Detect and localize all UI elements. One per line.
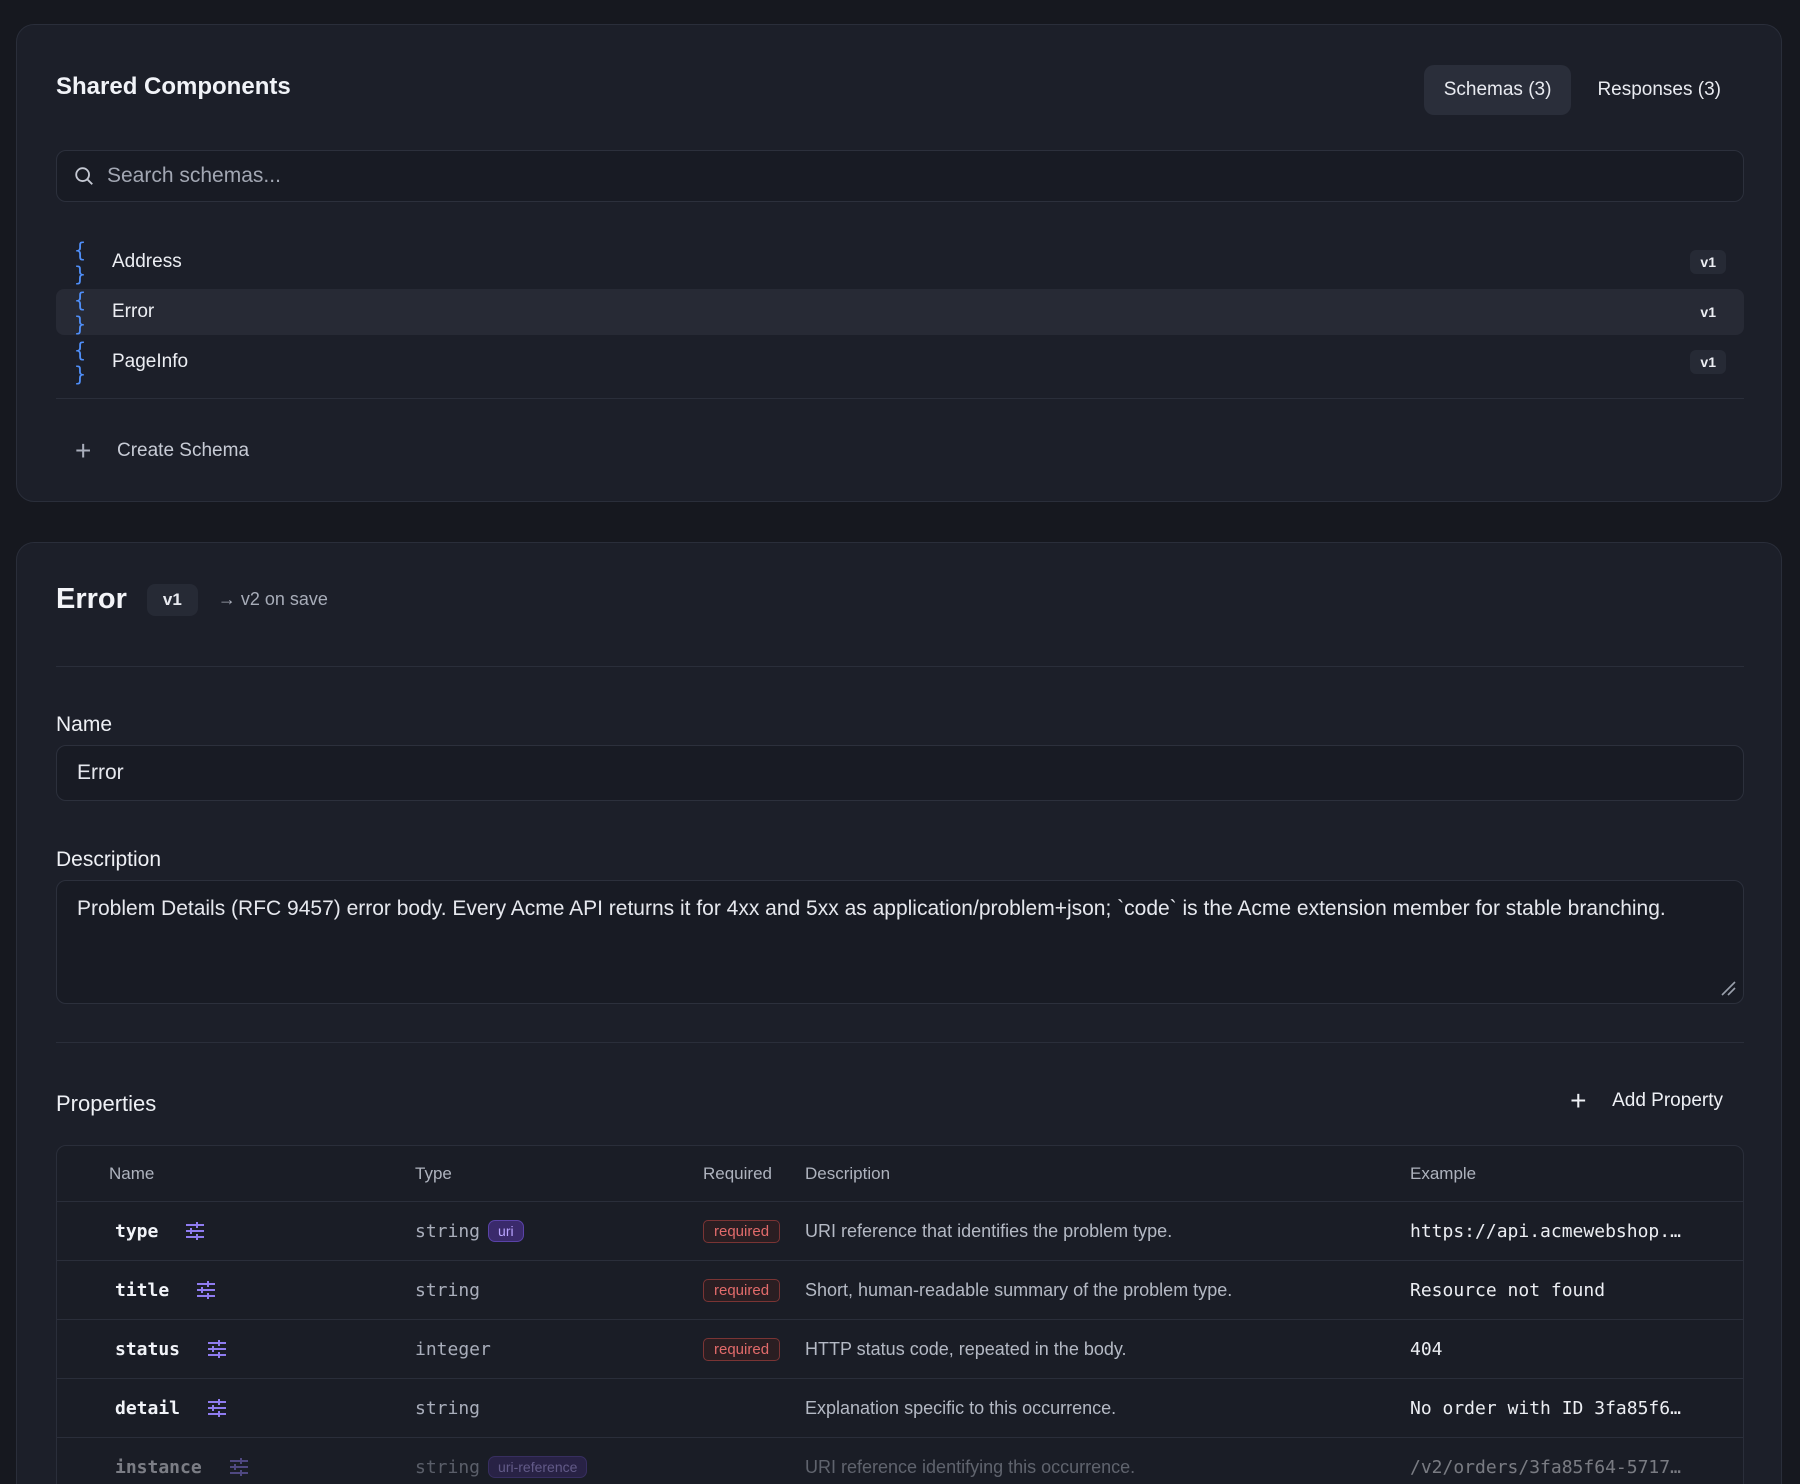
property-name: type	[115, 1220, 159, 1242]
table-row[interactable]: status integer required HTTP status code…	[57, 1320, 1743, 1379]
property-name: status	[115, 1338, 181, 1360]
table-row[interactable]: instance string uri-reference URI refere…	[57, 1438, 1743, 1484]
add-property-label: Add Property	[1612, 1090, 1723, 1111]
col-example: Example	[1410, 1163, 1477, 1183]
property-type: integer	[415, 1338, 491, 1360]
property-example: 404	[1410, 1338, 1443, 1360]
property-description: Short, human-readable summary of the pro…	[805, 1279, 1233, 1300]
next-version-hint: → v2 on save	[217, 589, 328, 609]
properties-table: Name Type Required Description Example t…	[56, 1145, 1744, 1484]
property-description: HTTP status code, repeated in the body.	[805, 1338, 1127, 1359]
table-row[interactable]: title string required Short, human-reada…	[57, 1261, 1743, 1320]
format-badge: uri	[488, 1220, 524, 1242]
name-field[interactable]	[56, 745, 1744, 801]
version-badge: v1	[1700, 304, 1716, 320]
components-title: Shared Components	[56, 73, 291, 100]
schema-item-pageinfo[interactable]: { } PageInfo v1	[56, 338, 1744, 386]
property-name: detail	[115, 1397, 181, 1419]
format-badge: uri-reference	[488, 1456, 588, 1478]
col-required: Required	[703, 1163, 772, 1183]
version-badge: v1	[146, 583, 198, 616]
property-type: string	[415, 1456, 481, 1478]
required-badge: required	[703, 1337, 781, 1361]
property-type: string	[415, 1220, 481, 1242]
property-description: URI reference that identifies the proble…	[805, 1220, 1173, 1241]
required-badge: required	[703, 1278, 781, 1302]
property-name: title	[115, 1279, 170, 1301]
schema-braces-icon: { }	[74, 288, 89, 336]
section-divider	[56, 1042, 1744, 1043]
version-badge: v1	[1690, 350, 1726, 374]
properties-title: Properties	[56, 1091, 157, 1116]
list-divider	[56, 398, 1744, 399]
shared-components-panel: Shared Components Schemas (3) Responses …	[16, 24, 1782, 502]
header-divider	[56, 666, 1744, 667]
create-schema-label: Create Schema	[117, 440, 250, 461]
description-label: Description	[56, 848, 162, 871]
tab-responses[interactable]: Responses (3)	[1577, 65, 1741, 115]
schema-header: Error v1 → v2 on save	[56, 583, 328, 616]
tab-schemas[interactable]: Schemas (3)	[1423, 65, 1572, 115]
schema-name: PageInfo	[112, 351, 189, 372]
settings-sliders-icon[interactable]	[184, 1220, 206, 1242]
property-example: No order with ID 3fa85f6…	[1410, 1397, 1681, 1419]
property-description: Explanation specific to this occurrence.	[805, 1397, 1117, 1418]
component-tabs: Schemas (3) Responses (3)	[1423, 65, 1741, 115]
property-type: string	[415, 1279, 481, 1301]
table-header: Name Type Required Description Example	[57, 1146, 1743, 1202]
schema-item-address[interactable]: { } Address v1	[56, 238, 1744, 286]
settings-sliders-icon[interactable]	[206, 1338, 228, 1360]
schema-braces-icon: { }	[74, 338, 89, 386]
col-type: Type	[415, 1163, 452, 1183]
property-type: string	[415, 1397, 481, 1419]
plus-icon: +	[1570, 1085, 1587, 1116]
property-description: URI reference identifying this occurrenc…	[805, 1456, 1136, 1477]
schema-name: Address	[112, 251, 182, 272]
settings-sliders-icon[interactable]	[228, 1456, 250, 1478]
required-badge: required	[703, 1219, 781, 1243]
plus-icon: +	[75, 435, 92, 466]
property-example: Resource not found	[1410, 1279, 1606, 1301]
schema-braces-icon: { }	[74, 238, 89, 286]
add-property-button[interactable]: + Add Property	[1570, 1087, 1723, 1115]
name-label: Name	[56, 713, 113, 736]
schema-item-error[interactable]: { } Error v1	[56, 288, 1744, 336]
settings-sliders-icon[interactable]	[206, 1397, 228, 1419]
table-row[interactable]: type string uri required URI reference t…	[57, 1202, 1743, 1261]
description-field[interactable]: Problem Details (RFC 9457) error body. E…	[56, 880, 1744, 1004]
search-box	[56, 150, 1744, 202]
version-badge: v1	[1690, 250, 1726, 274]
col-name: Name	[109, 1163, 155, 1183]
resize-handle-icon[interactable]	[1720, 980, 1736, 996]
search-input[interactable]	[95, 151, 1743, 201]
settings-sliders-icon[interactable]	[195, 1279, 217, 1301]
search-icon	[75, 167, 93, 185]
property-name: instance	[115, 1456, 202, 1478]
property-example: https://api.acmewebshop.…	[1410, 1220, 1681, 1242]
table-row[interactable]: detail string Explanation specific to th…	[57, 1379, 1743, 1438]
col-description: Description	[805, 1163, 891, 1183]
schema-name: Error	[112, 301, 155, 322]
schema-title: Error	[56, 583, 127, 615]
property-example: /v2/orders/3fa85f64-5717…	[1410, 1456, 1681, 1478]
create-schema-button[interactable]: + Create Schema	[75, 437, 249, 465]
schema-editor-panel: Error v1 → v2 on save Name Description P…	[16, 542, 1782, 1484]
schema-list: { } Address v1 { } Error v1 { } PageInfo…	[56, 238, 1744, 389]
